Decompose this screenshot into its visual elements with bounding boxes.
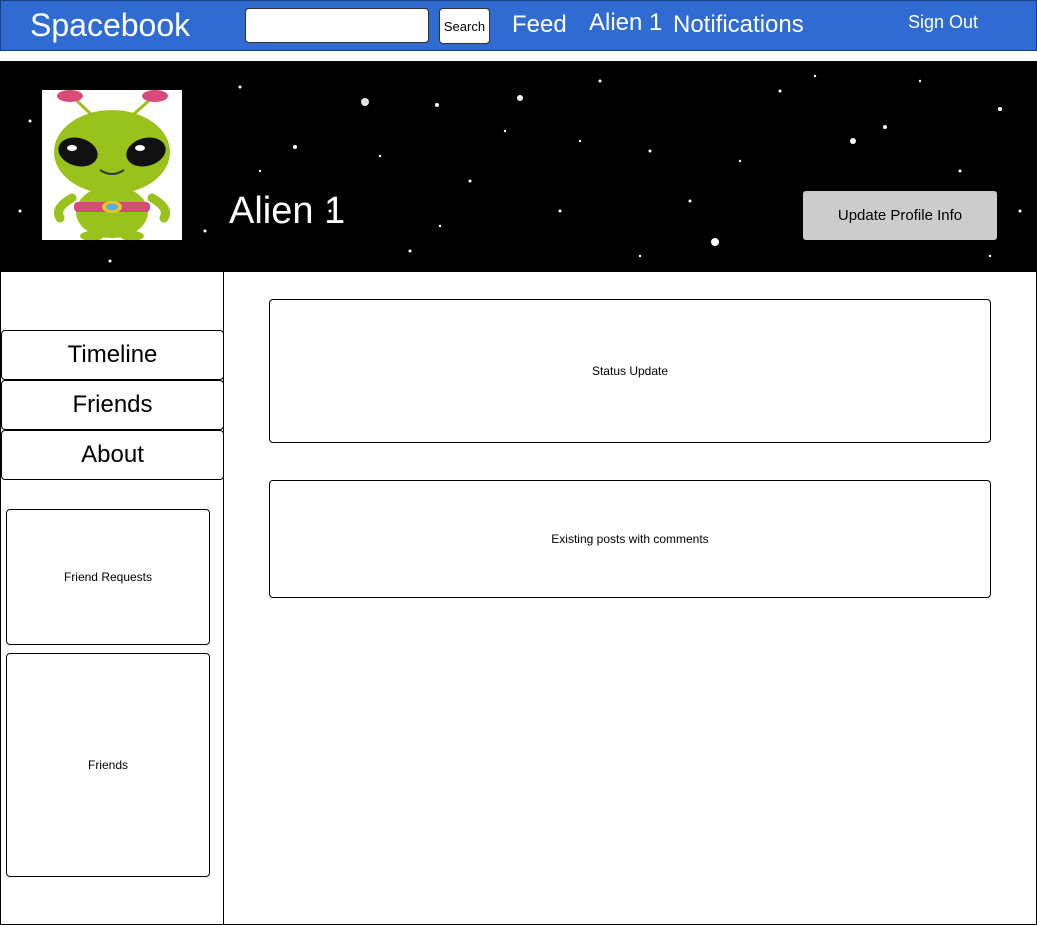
profile-name: Alien 1	[229, 190, 346, 232]
friend-requests-label: Friend Requests	[63, 570, 153, 584]
tab-about[interactable]: About	[1, 430, 224, 480]
sign-out-link[interactable]: Sign Out	[908, 12, 978, 33]
tab-friends[interactable]: Friends	[1, 380, 224, 430]
nav-feed-link[interactable]: Feed	[512, 11, 567, 39]
left-sidebar: Timeline Friends About Friend Requests F…	[0, 272, 224, 925]
nav-notifications-link[interactable]: Notifications	[673, 11, 804, 39]
search-button[interactable]: Search	[439, 8, 490, 44]
status-update-label: Status Update	[591, 364, 669, 378]
search-input[interactable]	[245, 8, 429, 43]
existing-posts-label: Existing posts with comments	[551, 532, 709, 546]
friends-label: Friends	[87, 758, 128, 772]
cover-banner: Alien 1 Update Profile Info	[0, 61, 1037, 272]
friends-panel[interactable]: Friends	[6, 653, 210, 877]
top-navbar: Spacebook Search Feed Alien 1 Notificati…	[0, 0, 1037, 51]
brand-logo[interactable]: Spacebook	[30, 7, 190, 44]
existing-posts-box[interactable]: Existing posts with comments	[269, 480, 991, 598]
nav-profile-link[interactable]: Alien 1	[589, 9, 662, 37]
update-profile-button[interactable]: Update Profile Info	[803, 191, 997, 240]
tab-timeline[interactable]: Timeline	[1, 330, 224, 380]
status-update-box[interactable]: Status Update	[269, 299, 991, 443]
friend-requests-panel[interactable]: Friend Requests	[6, 509, 210, 645]
alien-icon	[54, 90, 170, 241]
profile-avatar[interactable]	[42, 90, 182, 241]
